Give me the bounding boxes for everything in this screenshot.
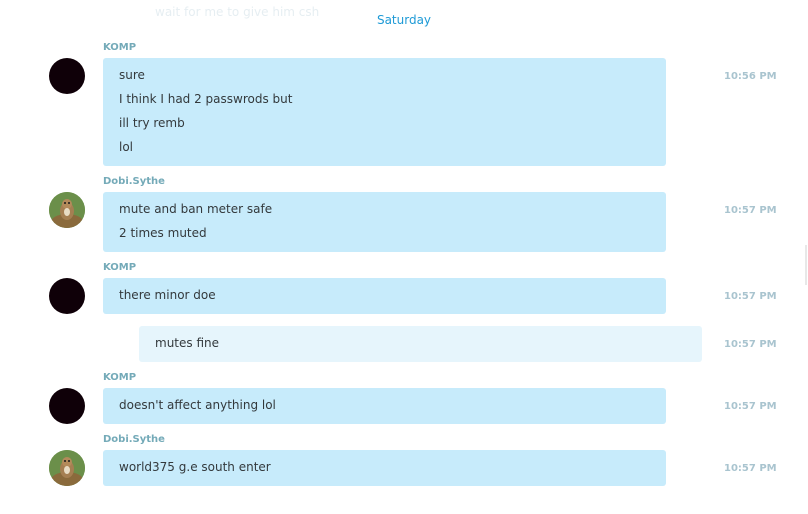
- message-text: doesn't affect anything lol: [119, 398, 276, 412]
- message-timestamp: 10:56 PM: [724, 71, 777, 82]
- sender-name: KOMP: [103, 262, 137, 273]
- message-timestamp: 10:57 PM: [724, 291, 777, 302]
- message-text: there minor doe: [119, 288, 216, 302]
- message-text: mute and ban meter safe: [119, 202, 273, 216]
- message-text: I think I had 2 passwrods but: [119, 92, 293, 106]
- message-timestamp: 10:57 PM: [724, 401, 777, 412]
- message-bubble[interactable]: there minor doe: [103, 278, 666, 314]
- dobi-avatar-icon[interactable]: [49, 192, 85, 228]
- message-bubble[interactable]: world375 g.e south enter: [103, 450, 666, 486]
- message-text: mutes fine: [155, 336, 219, 350]
- scrollbar[interactable]: [805, 245, 807, 285]
- komp-avatar-icon[interactable]: [49, 58, 85, 94]
- message-text: lol: [119, 140, 134, 154]
- sender-name: KOMP: [103, 42, 137, 53]
- message-bubble[interactable]: mute and ban meter safe 2 times muted: [103, 192, 666, 252]
- sender-name: KOMP: [103, 372, 137, 383]
- dobi-avatar-icon[interactable]: [49, 450, 85, 486]
- message-bubble[interactable]: sure I think I had 2 passwrods but ill t…: [103, 58, 666, 166]
- message-timestamp: 10:57 PM: [724, 339, 777, 350]
- message-text: 2 times muted: [119, 226, 207, 240]
- squirrel-photo-icon: [49, 192, 85, 228]
- message-text: ill try remb: [119, 116, 185, 130]
- message-text: sure: [119, 68, 145, 82]
- message-timestamp: 10:57 PM: [724, 205, 777, 216]
- outgoing-message-bubble[interactable]: mutes fine: [139, 326, 702, 362]
- chat-conversation: wait for me to give him csh Saturday KOM…: [0, 0, 808, 514]
- message-bubble[interactable]: doesn't affect anything lol: [103, 388, 666, 424]
- komp-avatar-icon[interactable]: [49, 278, 85, 314]
- message-timestamp: 10:57 PM: [724, 463, 777, 474]
- message-text: world375 g.e south enter: [119, 460, 271, 474]
- squirrel-photo-icon: [49, 450, 85, 486]
- sender-name: Dobi.Sythe: [103, 176, 165, 187]
- sender-name: Dobi.Sythe: [103, 434, 165, 445]
- date-separator: Saturday: [376, 13, 432, 27]
- komp-avatar-icon[interactable]: [49, 388, 85, 424]
